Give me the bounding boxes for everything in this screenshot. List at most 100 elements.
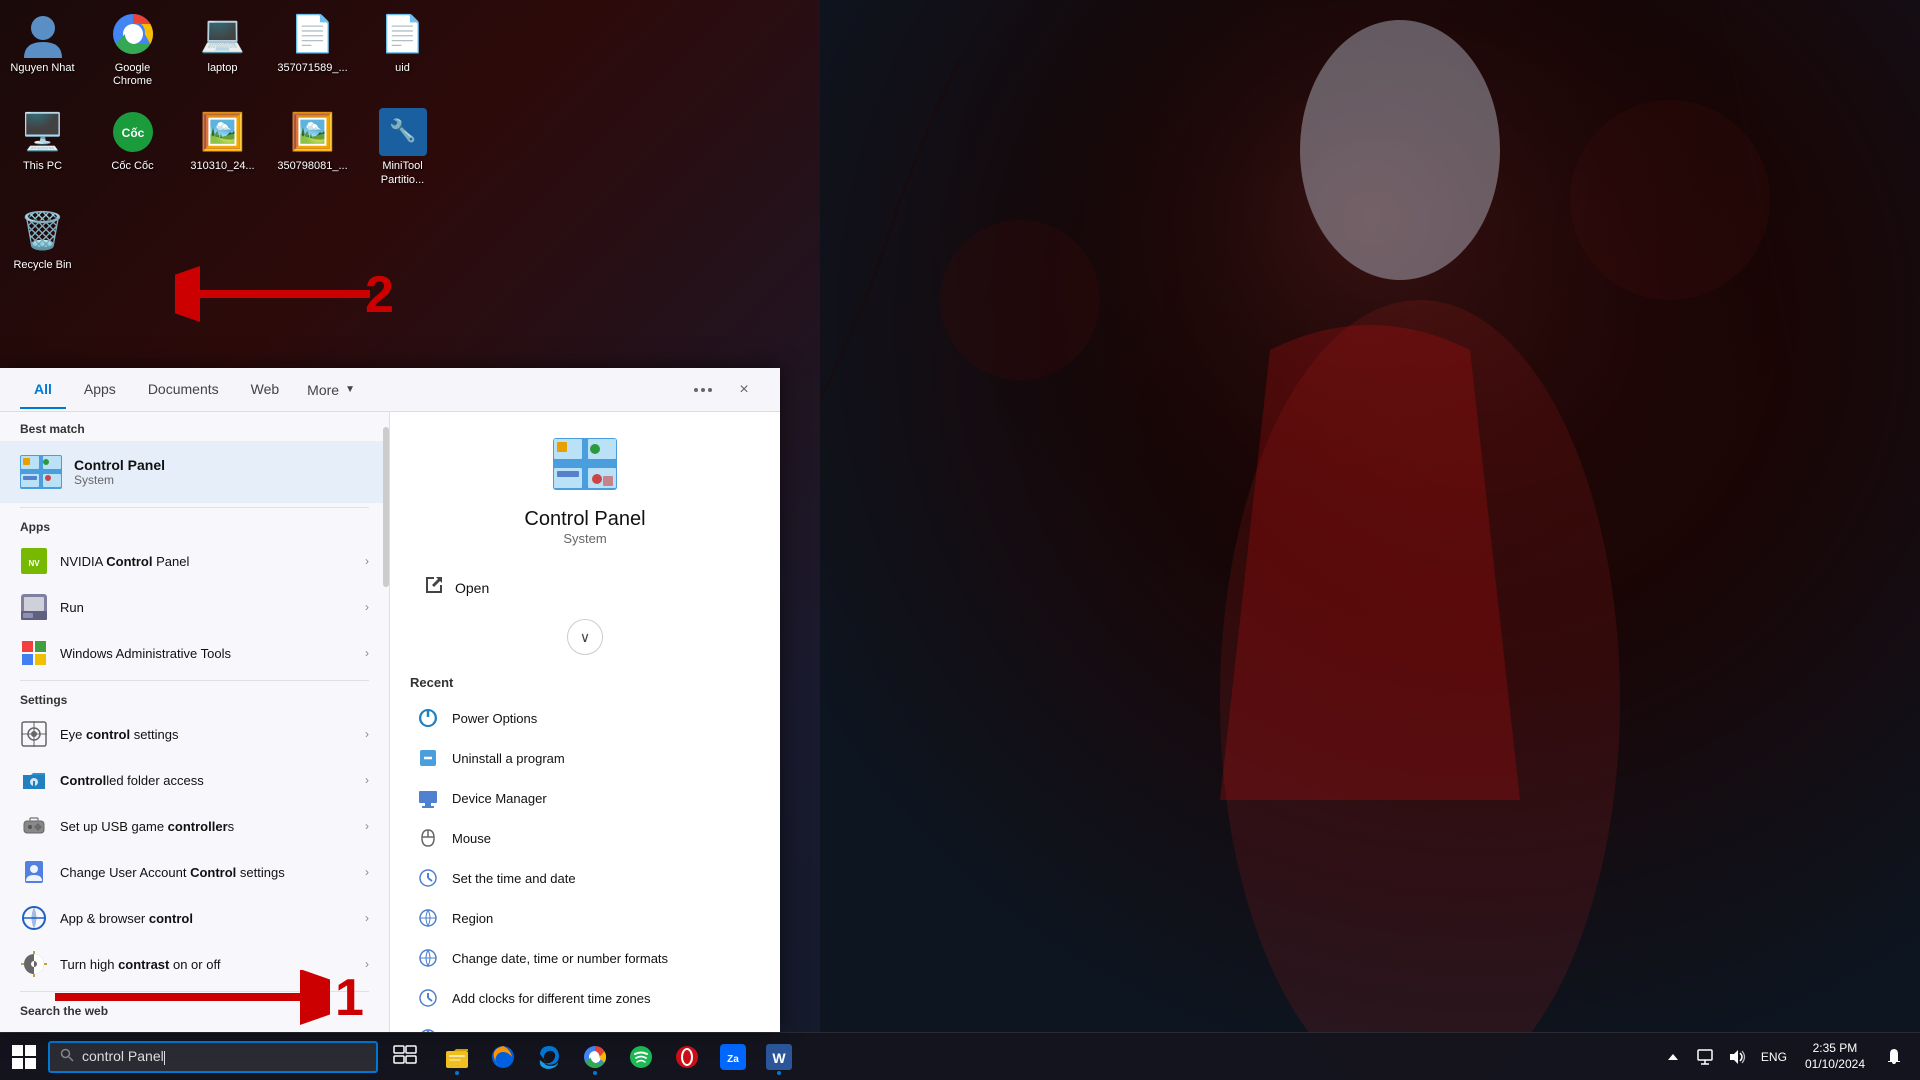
taskbar-file-explorer[interactable] [435,1035,479,1079]
windows-admin-label: Windows Administrative Tools [60,646,365,661]
taskbar-firefox[interactable] [481,1035,525,1079]
recent-uninstall[interactable]: Uninstall a program [410,738,760,778]
img-350798-label: 350798081_... [277,160,347,173]
recent-device-manager[interactable]: Device Manager [410,778,760,818]
task-view-button[interactable] [383,1035,427,1079]
region-icon [416,906,440,930]
google-chrome-label: Google Chrome [100,62,165,88]
web-search-icon [20,1031,48,1032]
taskbar-zalo[interactable]: Za [711,1035,755,1079]
img-350798-icon: 🖼️ [289,108,337,156]
expand-icon: ∨ [580,629,590,646]
desktop-icon-laptop[interactable]: 💻 laptop [185,5,260,93]
start-button[interactable] [0,1033,48,1080]
taskbar-clock[interactable]: 2:35 PM 01/10/2024 [1797,1041,1873,1072]
word-active-dot [777,1071,781,1075]
taskbar-search-box[interactable]: control Panel [48,1041,378,1073]
open-icon [425,576,443,599]
tab-more[interactable]: More ▼ [297,374,365,406]
open-button[interactable]: Open [410,566,760,609]
menu-item-nvidia[interactable]: NV NVIDIA Control Panel › [0,538,389,584]
taskbar-opera[interactable] [665,1035,709,1079]
controlled-folder-label: Controlled folder access [60,773,365,788]
open-label: Open [455,580,489,596]
nvidia-icon: NV [20,547,48,575]
volume-icon[interactable] [1723,1043,1751,1071]
word-icon: W [765,1043,793,1071]
menu-left-inner: Best match [0,412,389,1032]
scroll-track[interactable] [383,412,389,1032]
recent-power-options[interactable]: Power Options [410,698,760,738]
change-date-format-label: Change date, time or number formats [452,951,668,966]
recent-add-clocks[interactable]: Add clocks for different time zones [410,978,760,1018]
taskbar-search-icon [60,1048,74,1065]
nguyen-nhat-label: Nguyen Nhat [10,62,74,75]
menu-item-app-browser[interactable]: App & browser control › [0,895,389,941]
menu-item-usb-game[interactable]: Set up USB game controllers › [0,803,389,849]
tab-all[interactable]: All [20,371,66,409]
this-pc-icon: 🖥️ [19,108,67,156]
desktop-icon-350798[interactable]: 🖼️ 350798081_... [275,103,350,191]
network-icon[interactable] [1691,1043,1719,1071]
windows-logo-icon [12,1045,36,1069]
eye-control-chevron-icon: › [365,727,369,741]
doc-label-357: 357071589_... [277,62,347,75]
desktop-icon-google-chrome[interactable]: Google Chrome [95,5,170,93]
minitool-label: MiniTool Partitio... [370,160,435,186]
usb-game-icon [20,812,48,840]
desktop-icon-row-2: 🖥️ This PC Cốc Cốc Cốc 🖼️ 310310_24... 🖼… [5,103,440,191]
language-indicator[interactable]: ENG [1756,1050,1792,1064]
file-explorer-icon [443,1043,471,1071]
taskbar-chrome[interactable] [573,1035,617,1079]
recent-change-timezone[interactable]: Change the time zone [410,1018,760,1032]
recent-change-date-format[interactable]: Change date, time or number formats [410,938,760,978]
desktop-icon-310310[interactable]: 🖼️ 310310_24... [185,103,260,191]
menu-item-windows-admin[interactable]: Windows Administrative Tools › [0,630,389,676]
recent-set-time[interactable]: Set the time and date [410,858,760,898]
taskbar: control Panel [0,1032,1920,1080]
menu-item-controlled-folder[interactable]: Controlled folder access › [0,757,389,803]
recent-region[interactable]: Region [410,898,760,938]
app-name-right: Control Panel [410,508,760,531]
tab-more-dots[interactable] [686,380,720,400]
dot3 [708,388,712,392]
taskbar-spotify[interactable] [619,1035,663,1079]
menu-item-run[interactable]: Run › [0,584,389,630]
desktop-icon-357[interactable]: 📄 357071589_... [275,5,350,93]
tab-documents[interactable]: Documents [134,371,233,409]
best-match-item[interactable]: Control Panel System [0,441,389,503]
apps-header: Apps [0,512,389,538]
task-view-icon [391,1043,419,1071]
recent-mouse[interactable]: Mouse [410,818,760,858]
taskbar-word[interactable]: W [757,1035,801,1079]
mouse-label: Mouse [452,831,491,846]
svg-text:🔧: 🔧 [389,117,416,143]
annotation-arrow-2-container: 2 [175,262,394,327]
app-browser-chevron-icon: › [365,911,369,925]
start-menu-close-button[interactable]: × [728,374,760,406]
tab-apps[interactable]: Apps [70,371,130,409]
desktop-icon-this-pc[interactable]: 🖥️ This PC [5,103,80,191]
menu-item-change-uac[interactable]: Change User Account Control settings › [0,849,389,895]
desktop-icon-recycle-bin[interactable]: 🗑️ Recycle Bin [5,202,80,277]
edge-icon [535,1043,563,1071]
menu-right-panel: Control Panel System Open ∨ [390,412,780,1032]
notification-button[interactable] [1878,1041,1910,1073]
high-contrast-icon [20,950,48,978]
windows-admin-chevron-icon: › [365,646,369,660]
show-hidden-icons-button[interactable] [1659,1043,1687,1071]
desktop-icon-uid[interactable]: 📄 uid [365,5,440,93]
desktop-icon-minitool[interactable]: 🔧 MiniTool Partitio... [365,103,440,191]
desktop-icon-coccoc[interactable]: Cốc Cốc Cốc [95,103,170,191]
add-clocks-icon [416,986,440,1010]
uninstall-label: Uninstall a program [452,751,565,766]
best-match-name: Control Panel [74,457,369,473]
taskbar-edge[interactable] [527,1035,571,1079]
menu-item-eye-control[interactable]: Eye control settings › [0,711,389,757]
expand-button[interactable]: ∨ [567,619,603,655]
tab-web[interactable]: Web [237,371,294,409]
settings-header: Settings [0,685,389,711]
start-menu-body: Best match [0,412,780,1032]
svg-text:W: W [772,1050,786,1066]
desktop-icon-nguyen-nhat[interactable]: Nguyen Nhat [5,5,80,93]
